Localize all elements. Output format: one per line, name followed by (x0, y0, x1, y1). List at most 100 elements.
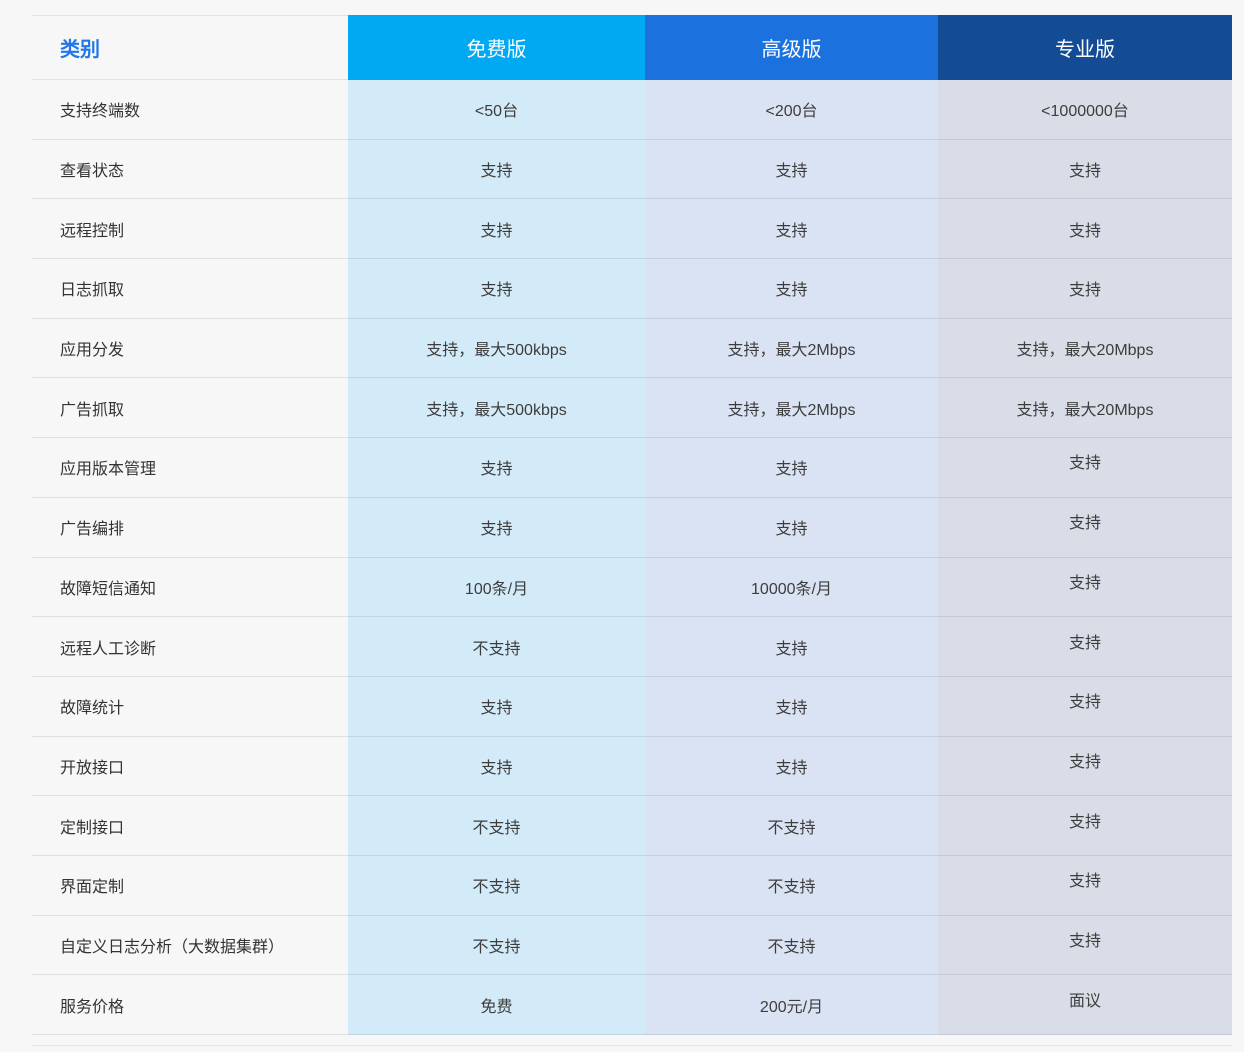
plan-value-cell: 100条/月 (348, 558, 645, 618)
plan-value-text: <200台 (765, 97, 817, 121)
row-label: 故障统计 (32, 677, 348, 737)
plan-value-cell: 支持，最大2Mbps (645, 319, 938, 379)
plan-value-text: 支持 (1069, 509, 1101, 533)
plan-value-text: 不支持 (472, 873, 520, 897)
plan-value-cell: 支持 (645, 199, 938, 259)
plan-value-text: 支持，最大20Mbps (1017, 396, 1154, 420)
plan-value-cell: 支持 (348, 438, 645, 498)
table-row: 查看状态 支持 支持 支持 (32, 140, 1232, 200)
plan-value-text: 支持 (775, 276, 807, 300)
plan-value-text: 100条/月 (465, 575, 528, 599)
plan-value-cell: 200元/月 (645, 975, 938, 1035)
row-label: 界面定制 (32, 856, 348, 916)
plan-value-text: 支持，最大20Mbps (1017, 336, 1154, 360)
table-row: 广告抓取 支持，最大500kbps 支持，最大2Mbps 支持，最大20Mbps (32, 378, 1232, 438)
row-label: 广告抓取 (32, 378, 348, 438)
table-row: 应用版本管理 支持 支持 支持 (32, 438, 1232, 498)
plan-value-text: 支持，最大2Mbps (727, 396, 855, 420)
plan-value-cell: 支持 (645, 259, 938, 319)
plan-value-cell: 支持 (348, 498, 645, 558)
plan-value-text: 支持 (1069, 157, 1101, 181)
plan-value-text: 支持 (775, 217, 807, 241)
plan-value-cell: <200台 (645, 80, 938, 140)
plan-value-text: 不支持 (767, 873, 815, 897)
plan-value-cell: 不支持 (348, 856, 645, 916)
plan-value-cell: 支持 (645, 140, 938, 200)
row-label: 自定义日志分析（大数据集群） (32, 916, 348, 976)
plan-value-text: 支持 (1069, 748, 1101, 772)
plan-value-cell: 支持 (938, 617, 1232, 677)
row-label: 支持终端数 (32, 80, 348, 140)
table-row: 定制接口不支持不支持支持 (32, 796, 1232, 856)
row-label: 远程人工诊断 (32, 617, 348, 677)
plan-value-text: 支持 (1069, 629, 1101, 653)
plan-value-text: 支持 (1069, 217, 1101, 241)
plan-value-text: 支持 (1069, 927, 1101, 951)
plan-value-cell: 支持，最大2Mbps (645, 378, 938, 438)
plan-value-text: 支持 (775, 754, 807, 778)
plan-value-cell: 不支持 (645, 856, 938, 916)
plan-value-text: 支持 (775, 694, 807, 718)
plan-header-professional: 专业版 (938, 15, 1232, 80)
plan-value-text: 支持 (480, 276, 512, 300)
plan-value-text: <1000000台 (1041, 97, 1129, 121)
plan-value-cell: 支持，最大20Mbps (938, 378, 1232, 438)
table-row: 远程控制支持支持支持 (32, 199, 1232, 259)
plan-value-text: 支持 (1069, 276, 1101, 300)
plan-value-cell: 支持 (938, 199, 1232, 259)
plan-value-cell: 支持 (938, 259, 1232, 319)
plan-value-text: 支持 (480, 515, 512, 539)
table-row: 支持终端数 <50台 <200台 <1000000台 (32, 80, 1232, 140)
plan-header-free: 免费版 (348, 15, 645, 80)
plan-value-cell: 支持 (645, 677, 938, 737)
plan-value-cell: 10000条/月 (645, 558, 938, 618)
plan-value-cell: 支持 (938, 438, 1232, 498)
plan-value-cell: 不支持 (348, 796, 645, 856)
table-row: 服务价格免费200元/月面议 (32, 975, 1232, 1035)
plan-value-text: 10000条/月 (751, 575, 832, 599)
plan-value-text: 支持 (775, 455, 807, 479)
plan-value-cell: 支持 (938, 856, 1232, 916)
row-label: 广告编排 (32, 498, 348, 558)
row-label: 远程控制 (32, 199, 348, 259)
table-header-row: 类别 免费版 高级版 专业版 (32, 15, 1232, 80)
row-label: 查看状态 (32, 140, 348, 200)
plan-value-text: 支持 (1069, 449, 1101, 473)
row-label: 应用版本管理 (32, 438, 348, 498)
plan-value-text: 支持，最大500kbps (426, 336, 567, 360)
plan-value-text: 支持，最大500kbps (426, 396, 567, 420)
plan-value-cell: 支持，最大500kbps (348, 378, 645, 438)
plan-value-text: 支持 (480, 455, 512, 479)
plan-value-text: <50台 (475, 97, 518, 121)
plan-value-cell: 支持 (938, 498, 1232, 558)
plan-value-text: 支持 (480, 694, 512, 718)
plan-value-text: 支持 (480, 157, 512, 181)
table-row: 故障统计支持支持支持 (32, 677, 1232, 737)
plan-value-cell: 支持，最大500kbps (348, 319, 645, 379)
table-row: 日志抓取 支持 支持 支持 (32, 259, 1232, 319)
plan-value-cell: 不支持 (348, 617, 645, 677)
plan-value-cell: 支持，最大20Mbps (938, 319, 1232, 379)
plan-value-text: 不支持 (472, 933, 520, 957)
row-label: 日志抓取 (32, 259, 348, 319)
row-label: 定制接口 (32, 796, 348, 856)
plan-value-text: 支持 (480, 754, 512, 778)
plan-value-text: 支持 (1069, 569, 1101, 593)
plan-value-text: 免费 (480, 993, 512, 1017)
plan-value-cell: 支持 (938, 140, 1232, 200)
plan-value-cell: 支持 (938, 558, 1232, 618)
plan-value-text: 200元/月 (760, 993, 823, 1017)
plan-value-cell: <1000000台 (938, 80, 1232, 140)
plan-value-text: 支持 (775, 635, 807, 659)
plan-value-cell: 支持 (348, 737, 645, 797)
plan-value-cell: 支持 (938, 916, 1232, 976)
plan-value-cell: 支持 (645, 498, 938, 558)
plan-value-cell: 免费 (348, 975, 645, 1035)
plan-value-cell: 支持 (348, 140, 645, 200)
bottom-divider (32, 1045, 1232, 1046)
plan-value-cell: 不支持 (645, 796, 938, 856)
plan-value-text: 面议 (1069, 987, 1101, 1011)
plan-value-cell: 支持 (938, 737, 1232, 797)
row-label: 应用分发 (32, 319, 348, 379)
plan-header-premium: 高级版 (645, 15, 938, 80)
